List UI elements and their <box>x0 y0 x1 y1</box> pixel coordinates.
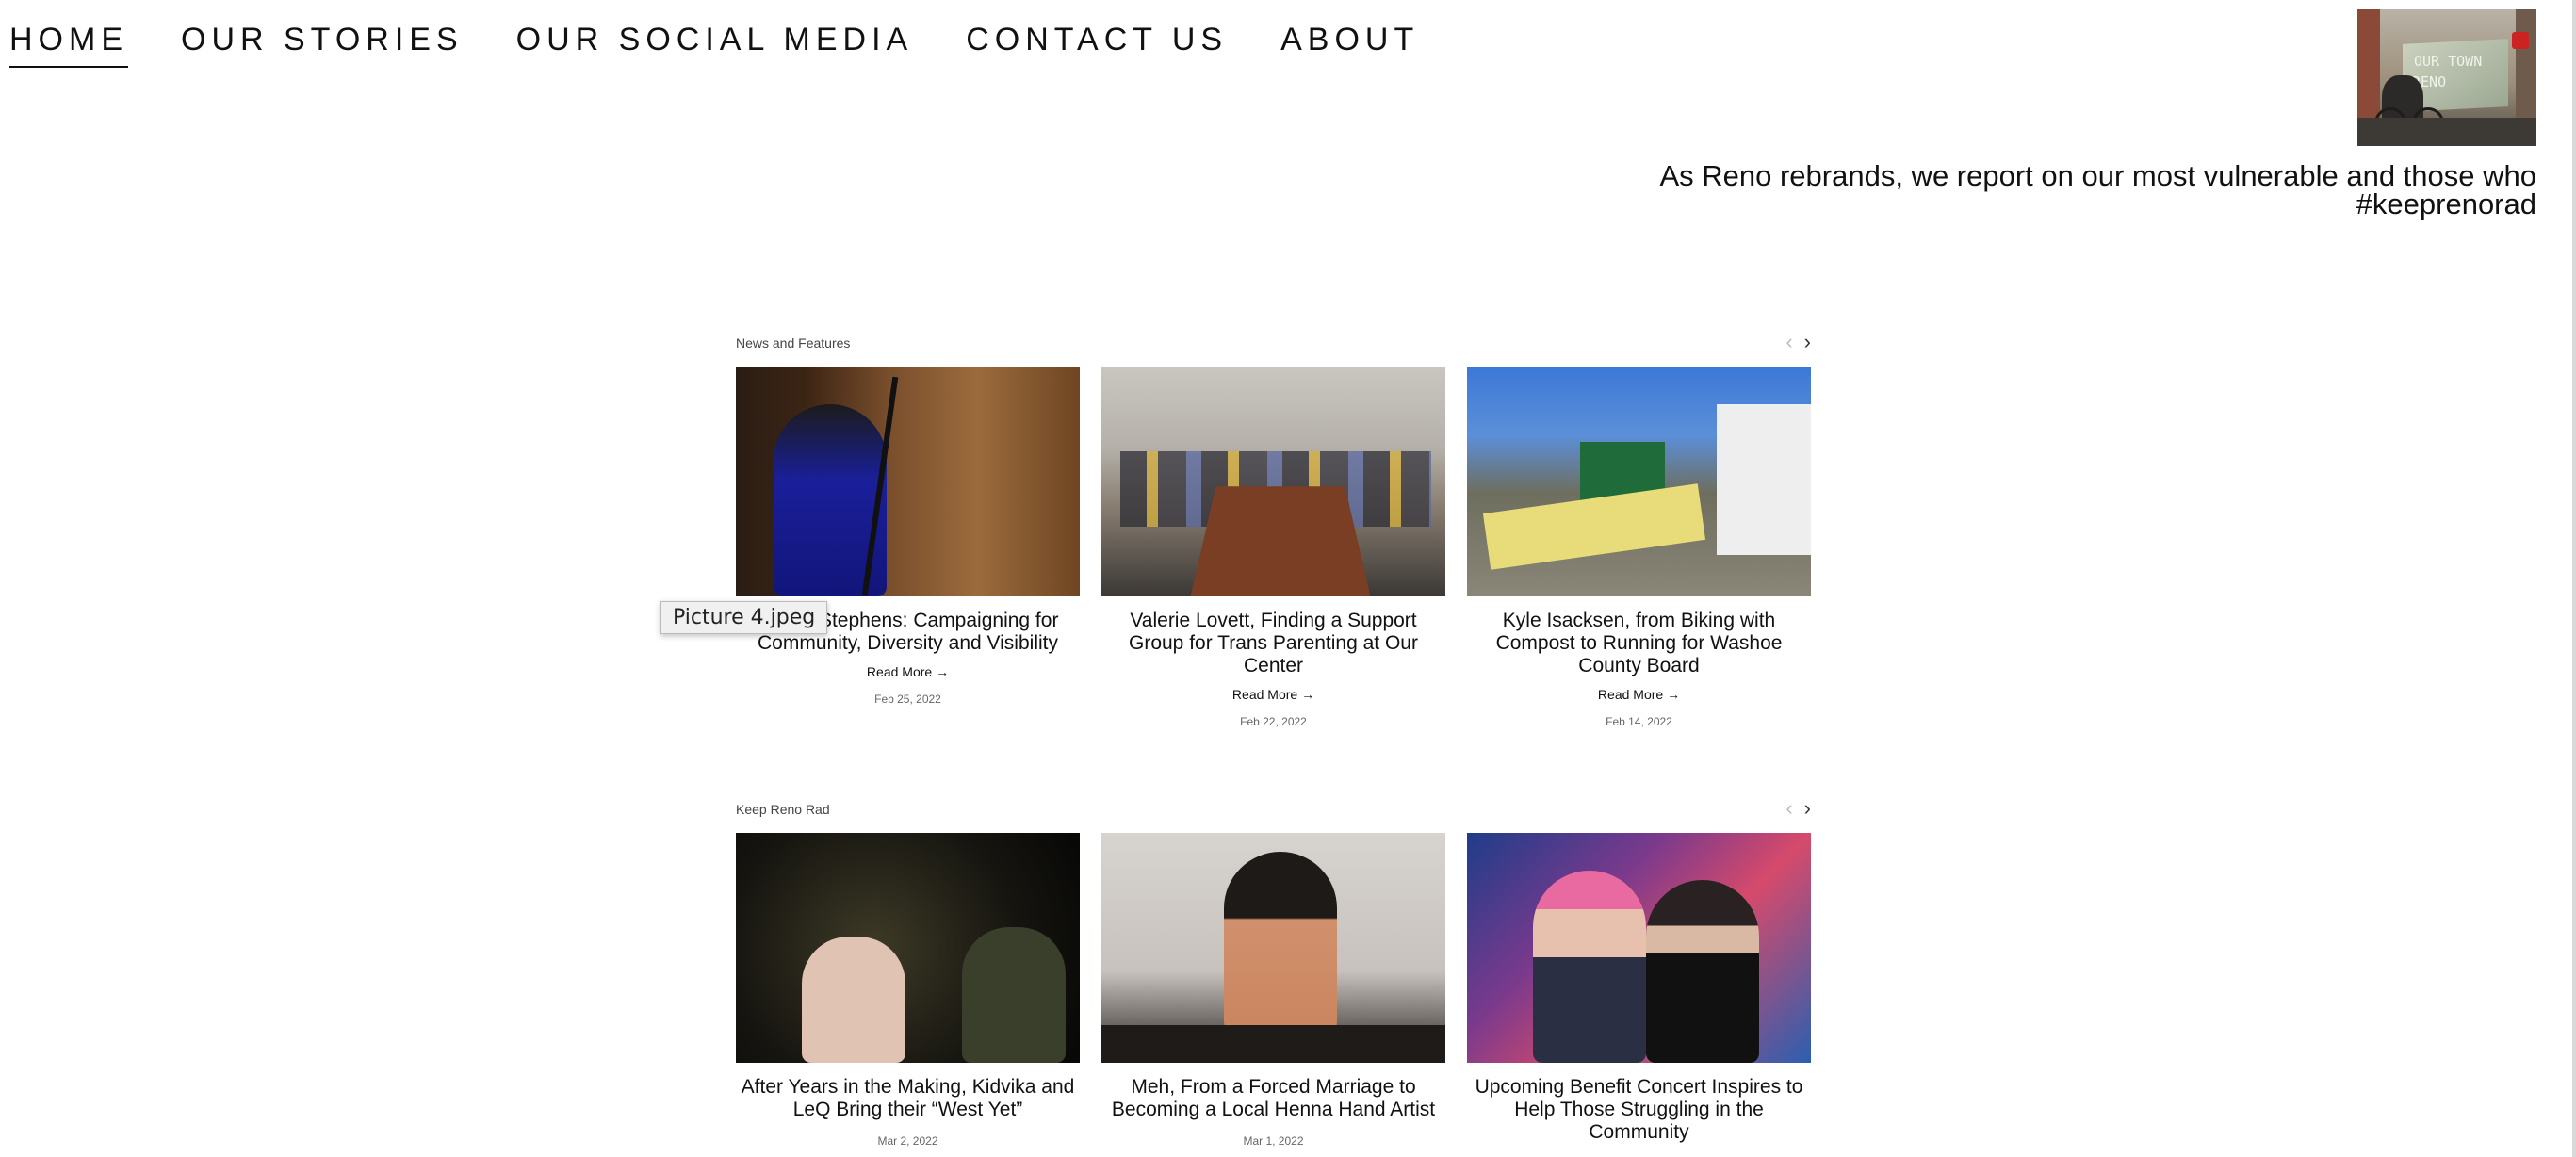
site-tagline: As Reno rebrands, we report on our most … <box>1594 159 2536 220</box>
story-thumbnail[interactable] <box>1101 833 1445 1063</box>
story-date: Mar 1, 2022 <box>1243 1134 1304 1148</box>
carousel-arrows: ‹ › <box>1785 796 1811 821</box>
story-date: Feb 25, 2022 <box>874 693 941 706</box>
chevron-left-icon[interactable]: ‹ <box>1785 796 1792 821</box>
read-more-link[interactable]: Read More → <box>1467 687 1811 702</box>
story-title[interactable]: Kyle Isacksen, from Biking with Compost … <box>1467 610 1811 677</box>
tagline-hashtag: #keeprenorad <box>2356 187 2536 220</box>
story-card[interactable]: Kyle Isacksen, from Biking with Compost … <box>1467 367 1811 728</box>
chevron-left-icon[interactable]: ‹ <box>1785 330 1792 354</box>
site-logo-photo[interactable]: OUR TOWN RENO <box>2357 9 2536 146</box>
image-filename-tooltip: Picture 4.jpeg <box>660 601 828 634</box>
read-more-link[interactable]: Read More → <box>736 664 1080 679</box>
tagline-line-1: As Reno rebrands, we report on our most … <box>1659 159 2536 192</box>
story-card[interactable]: After Years in the Making, Kidvika and L… <box>736 833 1080 1148</box>
story-card[interactable]: Valerie Lovett, Finding a Support Group … <box>1101 367 1445 728</box>
story-card[interactable]: Ebony Stephens: Campaigning for Communit… <box>736 367 1080 728</box>
card-row: After Years in the Making, Kidvika and L… <box>736 833 1811 1148</box>
section-title: Keep Reno Rad <box>736 802 830 817</box>
story-thumbnail[interactable] <box>736 367 1080 596</box>
story-thumbnail[interactable] <box>1467 367 1811 596</box>
story-thumbnail[interactable] <box>736 833 1080 1063</box>
story-date: Mar 2, 2022 <box>877 1134 938 1148</box>
main-nav: HOME OUR STORIES OUR SOCIAL MEDIA CONTAC… <box>9 17 1419 68</box>
story-title[interactable]: After Years in the Making, Kidvika and L… <box>736 1076 1080 1121</box>
logo-sign-text: OUR TOWN <box>2414 53 2483 70</box>
story-card[interactable]: Meh, From a Forced Marriage to Becoming … <box>1101 833 1445 1148</box>
card-row: Ebony Stephens: Campaigning for Communit… <box>736 367 1811 728</box>
read-more-link[interactable]: Read More → <box>1101 687 1445 702</box>
nav-home[interactable]: HOME <box>9 17 128 68</box>
story-date: Feb 14, 2022 <box>1606 715 1672 728</box>
story-title[interactable]: Meh, From a Forced Marriage to Becoming … <box>1101 1076 1445 1121</box>
nav-about[interactable]: ABOUT <box>1280 17 1419 68</box>
carousel-arrows: ‹ › <box>1785 330 1811 354</box>
scrollbar[interactable] <box>2572 0 2576 1157</box>
nav-our-social-media[interactable]: OUR SOCIAL MEDIA <box>516 17 914 68</box>
story-date: Feb 22, 2022 <box>1240 715 1307 728</box>
section-title: News and Features <box>736 335 851 350</box>
story-title[interactable]: Valerie Lovett, Finding a Support Group … <box>1101 610 1445 677</box>
nav-our-stories[interactable]: OUR STORIES <box>181 17 464 68</box>
chevron-right-icon[interactable]: › <box>1804 330 1811 354</box>
story-thumbnail[interactable] <box>1101 367 1445 596</box>
nav-contact-us[interactable]: CONTACT US <box>966 17 1228 68</box>
story-thumbnail[interactable] <box>1467 833 1811 1063</box>
story-card[interactable]: Upcoming Benefit Concert Inspires to Hel… <box>1467 833 1811 1148</box>
story-title[interactable]: Upcoming Benefit Concert Inspires to Hel… <box>1467 1076 1811 1144</box>
chevron-right-icon[interactable]: › <box>1804 796 1811 821</box>
